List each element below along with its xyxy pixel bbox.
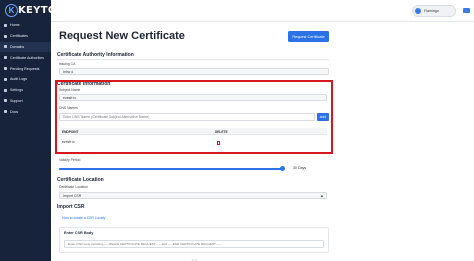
certificate-icon [4,34,7,38]
top-bar: Flamingo [51,0,474,22]
sidebar-item-pending-requests[interactable]: Pending Requests [0,63,51,74]
globe-icon [4,45,7,49]
location-section-title: Certificate Location [57,177,104,183]
sidebar-item-label: Home [10,23,20,28]
sidebar-item-label: Pending Requests [10,66,40,71]
sidebar-item-support[interactable]: Support [0,96,51,107]
validity-slider-thumb[interactable] [279,166,285,171]
sidebar-item-label: Audit Logs [10,77,27,82]
location-select[interactable]: Import CSR [59,192,327,199]
sidebar-item-docs[interactable]: Docs [0,106,51,117]
sidebar-item-certificate-authorities[interactable]: Certificate Authorities [0,52,51,63]
log-icon [4,77,7,81]
page-title: Request New Certificate [59,30,185,42]
sidebar-item-home[interactable]: Home [0,20,51,31]
sidebar-item-certificates[interactable]: Certificates [0,31,51,42]
sidebar-item-label: Domains [10,44,25,49]
sidebar-item-label: Support [10,98,23,103]
ca-section-title: Certificate Authority Information [57,52,134,58]
home-icon [4,23,7,27]
validity-value: 30 Days [293,166,307,170]
sidebar-item-label: Docs [10,109,19,114]
csr-help-link[interactable]: How to create a CSR Locally [62,216,105,220]
sidebar-item-audit-logs[interactable]: Audit Logs [0,74,51,85]
csr-body-card: Enter CSR Body Enter CSR body including … [59,227,329,253]
pending-icon [4,67,7,71]
import-csr-title: Import CSR [57,204,85,210]
sidebar-nav: Home Certificates Domains Certificate Au… [0,20,51,117]
sidebar-item-label: Certificates [10,34,28,39]
request-certificate-button[interactable]: Request Certificate [288,31,329,42]
sidebar-item-domains[interactable]: Domains [0,41,51,53]
location-label: Certificate Location [59,185,89,189]
user-menu[interactable]: Flamingo [412,5,456,17]
docs-icon [4,110,7,114]
divider [57,59,329,60]
csr-body-input[interactable]: Enter CSR body including -----BEGIN CERT… [64,240,324,248]
logo-mark-icon: K [5,3,18,17]
sidebar-item-label: Certificate Authorities [10,55,44,60]
gear-icon [4,88,7,92]
user-name: Flamingo [424,9,439,13]
highlight-box [55,80,333,154]
issuing-ca-label: Issuing CA [59,62,76,66]
location-selected-value: Import CSR [63,193,82,198]
csr-body-title: Enter CSR Body [64,231,94,235]
validity-period-label: Validity Period [59,158,81,162]
issuing-ca-field[interactable]: Infra 4 [59,68,329,75]
chevron-down-icon [320,194,324,198]
language-flag-icon[interactable] [463,8,470,13]
authority-icon [4,56,7,60]
sidebar: K KEYTOS Home Certificates Domains Certi… [0,0,64,261]
sidebar-item-label: Settings [10,88,23,93]
validity-slider-track[interactable] [59,168,283,170]
sidebar-item-settings[interactable]: Settings [0,85,51,96]
support-icon [4,99,7,103]
avatar [415,8,421,14]
